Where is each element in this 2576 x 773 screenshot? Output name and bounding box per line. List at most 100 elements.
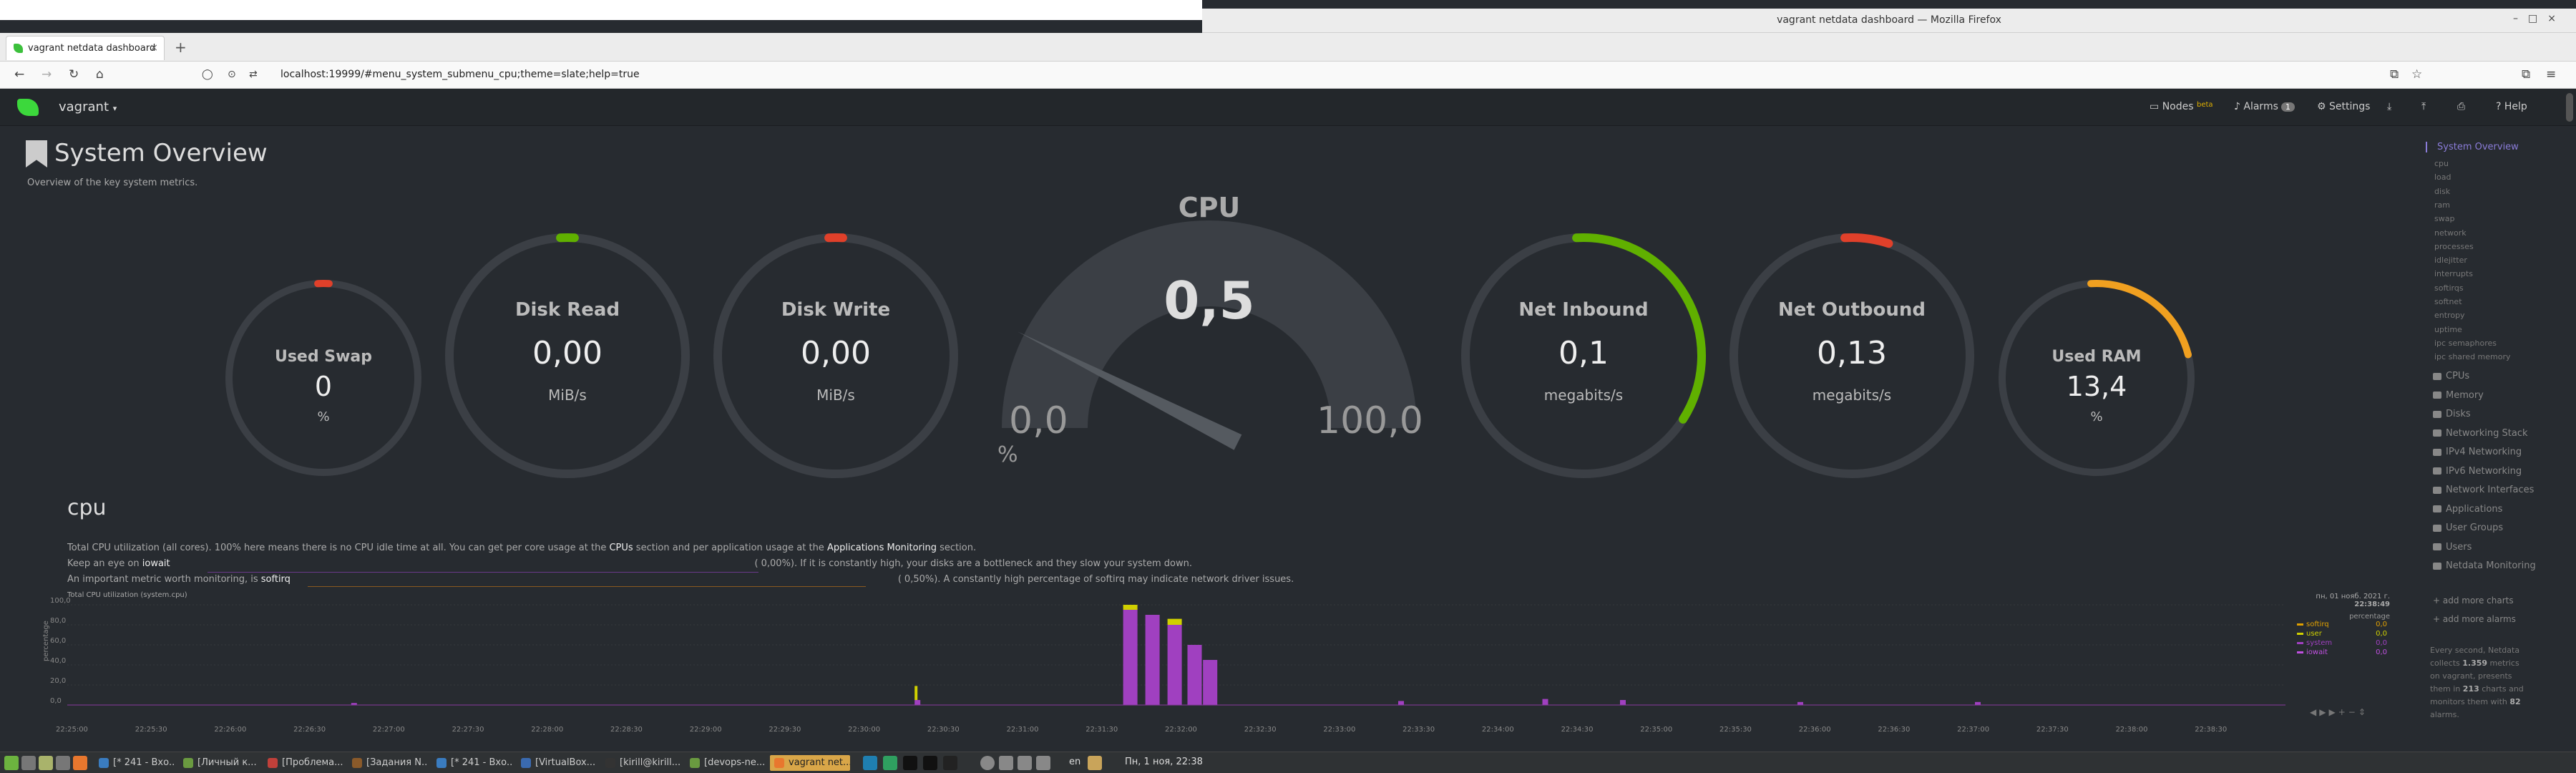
gauge-disk-write[interactable]: Disk Write 0,00 MiB/s xyxy=(711,230,961,481)
back-icon[interactable]: ← xyxy=(14,67,24,82)
sidebar-subitem-load[interactable]: load xyxy=(2434,172,2451,182)
forward-icon[interactable]: → xyxy=(42,67,52,82)
download-button[interactable]: ⤓ xyxy=(2387,101,2391,112)
netdata-logo-icon[interactable] xyxy=(17,99,39,116)
taskbar-window-button[interactable]: [kirill@kirill... xyxy=(601,755,681,771)
settings-button[interactable]: ⚙ Settings xyxy=(2317,101,2370,112)
sidebar-menu-user-groups[interactable]: User Groups xyxy=(2433,522,2503,533)
legend-item-softirq[interactable]: softirq 0,0 xyxy=(2297,621,2390,630)
chart-prev-icon[interactable]: ◀ xyxy=(2310,707,2319,717)
sidebar-subitem-swap[interactable]: swap xyxy=(2434,214,2454,223)
add-more-charts-link[interactable]: + add more charts xyxy=(2433,595,2514,606)
tab-close-icon[interactable]: × xyxy=(150,42,158,54)
minimize-icon[interactable]: – xyxy=(2513,13,2528,24)
sidebar-menu-applications[interactable]: Applications xyxy=(2433,504,2502,515)
bookmark-star-icon[interactable]: ☆ xyxy=(2411,67,2422,82)
show-desktop-icon[interactable] xyxy=(21,756,36,770)
home-icon[interactable]: ⌂ xyxy=(96,67,104,82)
chart-resize-icon[interactable]: ⇕ xyxy=(2358,707,2368,717)
sidebar-menu-netdata-monitoring[interactable]: Netdata Monitoring xyxy=(2433,560,2536,571)
terminal-icon[interactable] xyxy=(56,756,70,770)
chart-play-icon[interactable]: ▶ xyxy=(2319,707,2328,717)
menu-icon[interactable]: ≡ xyxy=(2546,67,2556,82)
tray-app-icon[interactable] xyxy=(923,756,937,770)
sidebar-subitem-ipc-shared-memory[interactable]: ipc shared memory xyxy=(2434,352,2511,361)
upload-button[interactable]: ⤒ xyxy=(2421,101,2426,112)
sidebar-menu-ipv4-networking[interactable]: IPv4 Networking xyxy=(2433,447,2522,457)
sidebar-subitem-entropy[interactable]: entropy xyxy=(2434,311,2465,320)
sidebar-menu-network-interfaces[interactable]: Network Interfaces xyxy=(2433,485,2534,495)
taskbar-window-button[interactable]: [VirtualBox... xyxy=(517,755,597,771)
alarms-button[interactable]: ♪ Alarms 1 xyxy=(2234,101,2295,112)
add-more-alarms-link[interactable]: + add more alarms xyxy=(2433,614,2516,624)
legend-item-system[interactable]: system 0,0 xyxy=(2297,639,2390,648)
sidebar-subitem-idlejitter[interactable]: idlejitter xyxy=(2434,256,2467,265)
gauge-disk-read[interactable]: Disk Read 0,00 MiB/s xyxy=(442,230,693,481)
help-button[interactable]: ? Help xyxy=(2496,101,2527,112)
volume-tray-icon[interactable] xyxy=(1018,756,1032,770)
files-icon[interactable] xyxy=(39,756,53,770)
maximize-icon[interactable]: □ xyxy=(2528,13,2547,24)
taskbar-window-button[interactable]: [* 241 - Вхо... xyxy=(94,755,175,771)
gauge-used-ram[interactable]: Used RAM 13,4 % xyxy=(1995,276,2198,480)
bluetooth-tray-icon[interactable] xyxy=(1036,756,1050,770)
sidebar-subitem-softirqs[interactable]: softirqs xyxy=(2434,283,2464,293)
updates-tray-icon[interactable] xyxy=(1088,756,1102,770)
clock[interactable]: Пн, 1 ноя, 22:38 xyxy=(1125,757,1203,767)
lock-icon[interactable]: ⊙ xyxy=(228,69,236,80)
legend-item-iowait[interactable]: iowait 0,0 xyxy=(2297,648,2390,658)
tray-app-icon[interactable] xyxy=(863,756,877,770)
shield-tray-icon[interactable] xyxy=(980,756,995,770)
sidebar-subitem-ram[interactable]: ram xyxy=(2434,200,2450,210)
sidebar-menu-disks[interactable]: Disks xyxy=(2433,409,2471,419)
window-titlebar[interactable]: vagrant netdata dashboard — Mozilla Fire… xyxy=(1202,9,2576,33)
chart-zoom-in-icon[interactable]: + xyxy=(2338,707,2348,717)
sidebar-menu-users[interactable]: Users xyxy=(2433,542,2472,553)
sidebar-menu-networking-stack[interactable]: Networking Stack xyxy=(2433,428,2528,439)
cpus-link[interactable]: CPUs xyxy=(609,543,633,553)
sidebar-subitem-processes[interactable]: processes xyxy=(2434,242,2474,251)
cpu-chart[interactable] xyxy=(67,601,2285,723)
applications-link[interactable]: Applications Monitoring xyxy=(827,543,937,553)
taskbar-window-button[interactable]: [devops-ne... xyxy=(686,755,766,771)
browser-tab[interactable]: vagrant netdata dashboard × xyxy=(6,36,165,60)
sidebar-menu-ipv6-networking[interactable]: IPv6 Networking xyxy=(2433,466,2522,477)
sidebar-item-system-overview[interactable]: System Overview xyxy=(2426,142,2519,152)
taskbar-window-button[interactable]: [Задания N... xyxy=(348,755,428,771)
close-icon[interactable]: × xyxy=(2547,13,2566,24)
legend-item-user[interactable]: user 0,0 xyxy=(2297,630,2390,639)
taskbar-window-button[interactable]: [Личный к... xyxy=(179,755,259,771)
reload-icon[interactable]: ↻ xyxy=(69,67,79,82)
tray-app-icon[interactable] xyxy=(943,756,957,770)
print-button[interactable]: ⎙ xyxy=(2457,101,2465,112)
sidebar-menu-cpus[interactable]: CPUs xyxy=(2433,371,2469,381)
tray-app-icon[interactable] xyxy=(883,756,897,770)
sidebar-subitem-uptime[interactable]: uptime xyxy=(2434,325,2462,334)
firefox-launcher-icon[interactable] xyxy=(73,756,87,770)
shield-icon[interactable]: ◯ xyxy=(202,69,213,80)
page-scrollbar[interactable] xyxy=(2566,93,2573,122)
containers-icon[interactable]: ⧉ xyxy=(2522,67,2530,82)
chart-zoom-out-icon[interactable]: − xyxy=(2348,707,2358,717)
sidebar-subitem-ipc-semaphores[interactable]: ipc semaphores xyxy=(2434,339,2497,348)
gauge-net-inbound[interactable]: Net Inbound 0,1 megabits/s xyxy=(1458,230,1709,481)
network-tray-icon[interactable] xyxy=(999,756,1013,770)
gauge-net-outbound[interactable]: Net Outbound 0,13 megabits/s xyxy=(1727,230,1977,481)
sidebar-subitem-network[interactable]: network xyxy=(2434,228,2467,238)
sidebar-subitem-interrupts[interactable]: interrupts xyxy=(2434,269,2473,278)
chart-next-icon[interactable]: ▶ xyxy=(2328,707,2338,717)
keyboard-layout[interactable]: en xyxy=(1069,757,1080,767)
chart-controls[interactable]: ◀▶▶+−⇕ xyxy=(2310,707,2368,717)
window-controls[interactable]: –□× xyxy=(2513,13,2566,24)
url-bar[interactable]: localhost:19999/#menu_system_submenu_cpu… xyxy=(280,69,640,80)
extension-icon[interactable]: ⧉ xyxy=(2390,67,2399,82)
sidebar-menu-memory[interactable]: Memory xyxy=(2433,390,2484,401)
sidebar-subitem-softnet[interactable]: softnet xyxy=(2434,297,2462,306)
new-tab-button[interactable]: + xyxy=(175,39,187,56)
nodes-button[interactable]: ▭ Nodes beta xyxy=(2150,101,2213,112)
hostname-dropdown[interactable]: vagrant ▾ xyxy=(59,99,117,115)
cpu-gauge[interactable]: CPU 0,5 0,0 100,0 % xyxy=(973,192,1445,478)
sidebar-subitem-cpu[interactable]: cpu xyxy=(2434,159,2449,168)
taskbar-window-button[interactable]: [Проблема... xyxy=(263,755,343,771)
gauge-used-swap[interactable]: Used Swap 0 % xyxy=(222,276,425,480)
